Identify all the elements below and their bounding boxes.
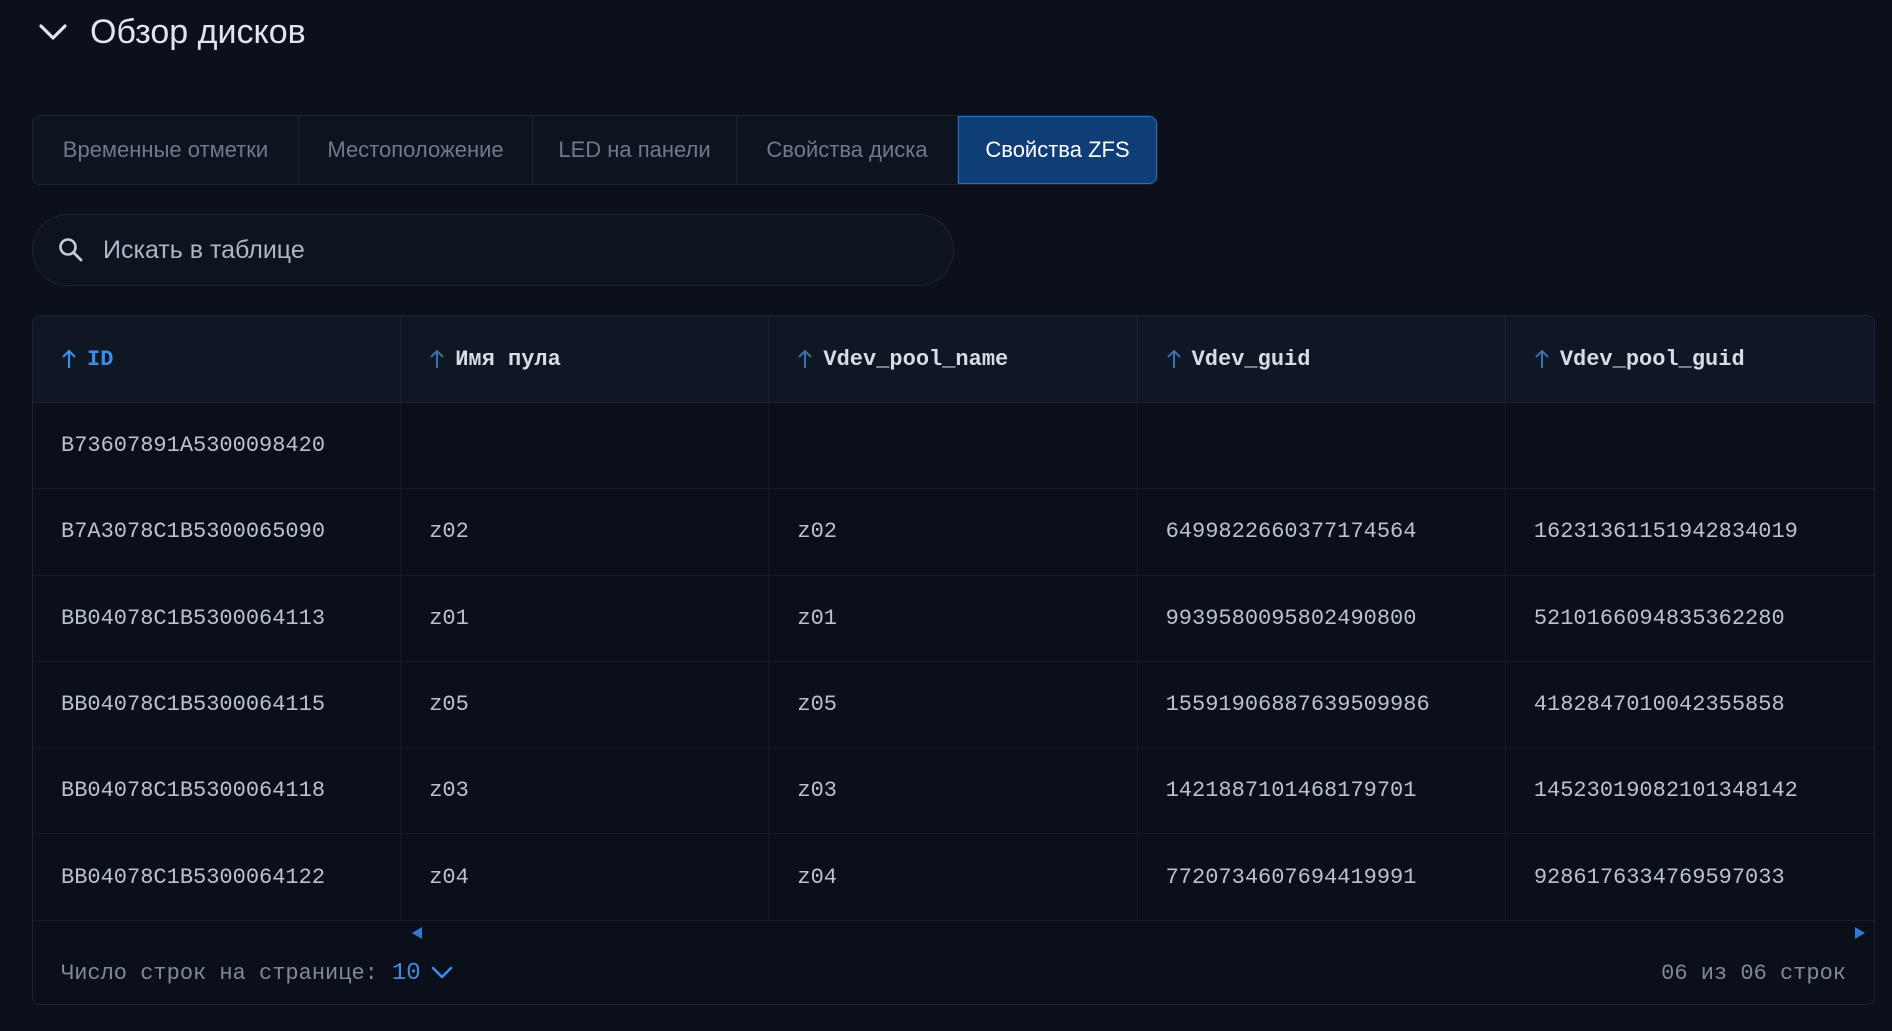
chevron-down-icon[interactable] xyxy=(36,15,70,49)
table-row[interactable]: BB04078C1B5300064113 z01 z01 99395800958… xyxy=(33,575,1874,662)
table-row[interactable]: B73607891A5300098420 xyxy=(33,403,1874,490)
cell-vdev-guid: 15591906887639509986 xyxy=(1138,661,1506,748)
cell-id: BB04078C1B5300064118 xyxy=(33,748,402,834)
column-header-label: Vdev_pool_guid xyxy=(1559,346,1745,372)
column-header-label: Vdev_pool_name xyxy=(823,346,1009,372)
cell-id: BB04078C1B5300064122 xyxy=(33,834,402,920)
column-header-label: Имя пула xyxy=(455,346,561,372)
sort-arrow-up-icon xyxy=(797,347,815,371)
cell-pool-name: z02 xyxy=(401,489,770,575)
chevron-down-icon xyxy=(431,962,453,984)
cell-vdev-pool-guid: 5210166094835362280 xyxy=(1533,605,1785,631)
cell-pool-name: z03 xyxy=(401,748,770,834)
section-header-toggle[interactable]: Обзор дисков xyxy=(36,8,306,56)
cell-vdev-guid xyxy=(1138,403,1506,489)
cell-vdev-pool-name: z02 xyxy=(769,489,1138,575)
sort-arrow-up-icon xyxy=(1534,347,1552,371)
cell-vdev-pool-name: z03 xyxy=(769,748,1138,834)
rows-per-page: Число строк на странице: 10 xyxy=(61,960,453,987)
cell-vdev-pool-name: z05 xyxy=(769,661,1138,748)
column-header-vdev-pool-name[interactable]: Vdev_pool_name xyxy=(769,316,1138,402)
rows-per-page-label: Число строк на странице: xyxy=(61,960,378,986)
sort-arrow-up-icon xyxy=(429,347,447,371)
cell-vdev-pool-guid: 9286176334769597033 xyxy=(1533,864,1785,890)
rows-per-page-value: 10 xyxy=(391,959,421,987)
row-count-text: 06 из 06 строк xyxy=(1661,960,1846,986)
cell-vdev-pool-guid: 14523019082101348142 xyxy=(1533,778,1798,804)
table-row[interactable]: BB04078C1B5300064118 z03 z03 14218871014… xyxy=(33,748,1874,835)
table-header-row: ID Имя пула Vdev_pool_name Vdev_guid Vde… xyxy=(33,316,1874,403)
cell-id: BB04078C1B5300064113 xyxy=(33,575,402,661)
rows-per-page-select[interactable]: 10 xyxy=(392,960,453,987)
search-icon xyxy=(55,234,87,266)
tab-timestamps[interactable]: Временные отметки xyxy=(33,116,299,184)
cell-vdev-guid: 6499822660377174564 xyxy=(1138,489,1506,575)
cell-vdev-pool-name: z04 xyxy=(769,834,1138,920)
cell-pool-name: z05 xyxy=(401,661,770,748)
cell-vdev-pool-name xyxy=(769,403,1138,489)
tab-zfs-properties[interactable]: Свойства ZFS xyxy=(958,116,1157,184)
cell-vdev-guid: 1421887101468179701 xyxy=(1138,748,1506,834)
cell-id: B73607891A5300098420 xyxy=(33,403,402,489)
tab-location[interactable]: Местоположение xyxy=(299,116,533,184)
column-header-label: Vdev_guid xyxy=(1191,346,1311,372)
column-header-vdev-pool-guid[interactable]: Vdev_pool_guid xyxy=(1506,316,1874,402)
table-row[interactable]: BB04078C1B5300064115 z05 z05 15591906887… xyxy=(33,661,1874,749)
zfs-table: ID Имя пула Vdev_pool_name Vdev_guid Vde… xyxy=(32,315,1875,1005)
search-box xyxy=(32,214,954,286)
cell-pool-name: z04 xyxy=(401,834,770,920)
section-title: Обзор дисков xyxy=(90,12,306,51)
column-header-id[interactable]: ID xyxy=(33,316,402,402)
search-input[interactable] xyxy=(101,234,953,266)
tab-bar: Временные отметки Местоположение LED на … xyxy=(32,115,1158,185)
table-row[interactable]: B7A3078C1B5300065090 z02 z02 64998226603… xyxy=(33,489,1874,576)
cell-vdev-guid: 7720734607694419991 xyxy=(1138,834,1506,920)
tab-led-panel[interactable]: LED на панели xyxy=(533,116,737,184)
cell-vdev-pool-guid: 4182847010042355858 xyxy=(1533,692,1785,718)
tab-disk-properties[interactable]: Свойства диска xyxy=(737,116,958,184)
cell-id: BB04078C1B5300064115 xyxy=(33,661,402,748)
column-header-pool-name[interactable]: Имя пула xyxy=(401,316,770,402)
column-header-label: ID xyxy=(87,346,114,372)
horizontal-scrollbar[interactable] xyxy=(33,926,1874,940)
cell-id: B7A3078C1B5300065090 xyxy=(33,489,402,575)
table-footer: Число строк на странице: 10 06 из 06 стр… xyxy=(33,942,1874,1004)
table-row[interactable]: BB04078C1B5300064122 z04 z04 77207346076… xyxy=(33,834,1874,921)
column-header-vdev-guid[interactable]: Vdev_guid xyxy=(1138,316,1506,402)
cell-pool-name xyxy=(401,403,770,489)
cell-vdev-guid: 9939580095802490800 xyxy=(1138,575,1506,661)
cell-pool-name: z01 xyxy=(401,575,770,661)
cell-vdev-pool-guid xyxy=(1506,403,1874,488)
sort-arrow-up-icon xyxy=(61,347,79,371)
cell-vdev-pool-guid: 16231361151942834019 xyxy=(1533,519,1798,545)
sort-arrow-up-icon xyxy=(1166,347,1184,371)
cell-vdev-pool-name: z01 xyxy=(769,575,1138,661)
